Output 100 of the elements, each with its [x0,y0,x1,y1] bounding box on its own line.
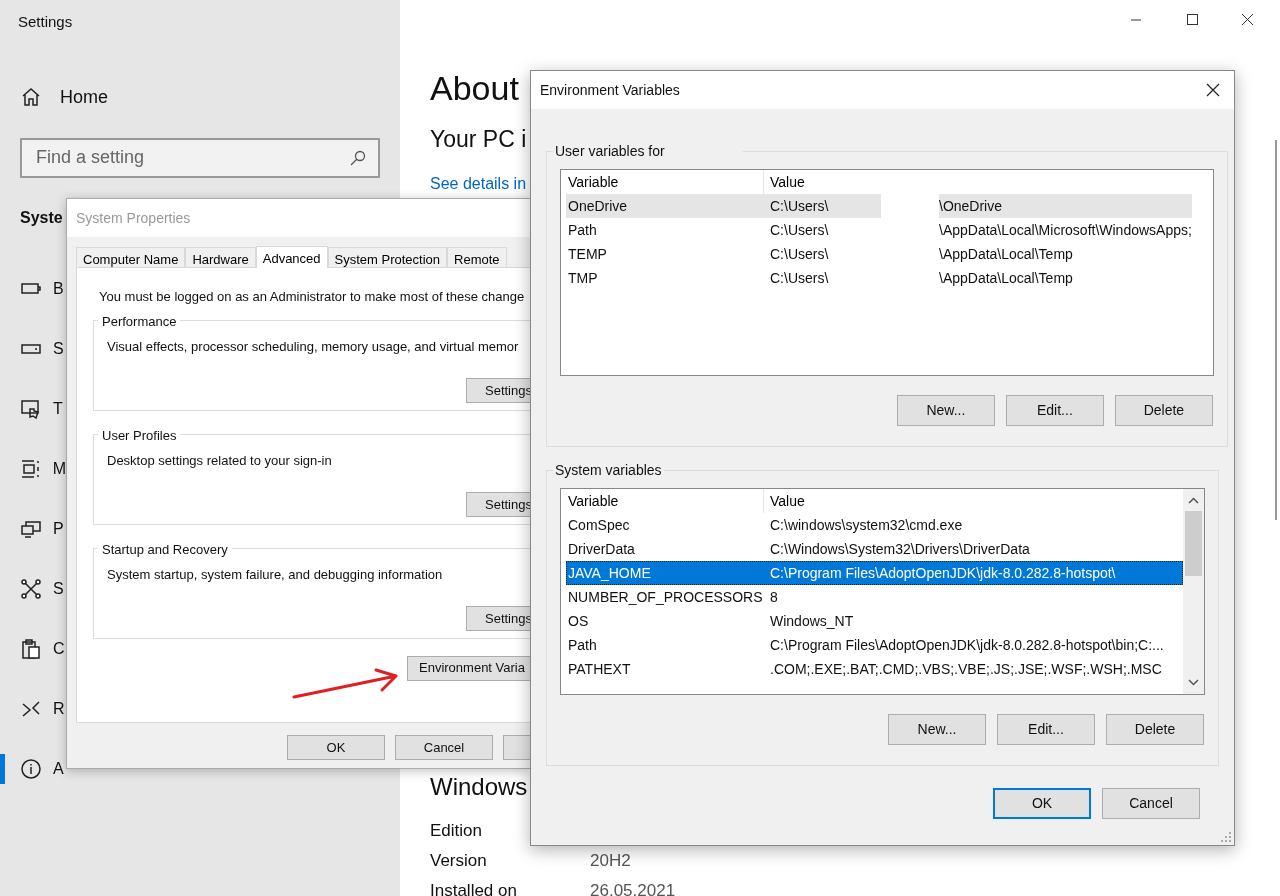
home-icon [21,87,41,107]
dialog-button[interactable]: Edit... [1005,395,1104,426]
nav-icon [20,638,42,659]
nav-item[interactable]: A [0,738,66,799]
variable-value: C:\windows\system32\cmd.exe [769,515,963,535]
dialog-button[interactable]: Cancel [395,735,493,760]
nav-icon [20,281,42,296]
nav-icon [20,698,42,719]
variable-value: Windows_NT [769,611,854,631]
nav-item[interactable]: T [0,378,66,439]
spec-value: 20H2 [590,850,631,873]
nav-item[interactable]: R [0,678,66,739]
spec-value: 26.05.2021 [590,880,676,896]
nav-icon [20,519,42,538]
tab[interactable]: System Protection [327,247,448,267]
column-header[interactable]: Value [764,170,1192,194]
list-row[interactable]: TEMP C:\Users\ \AppData\Local\Temp [566,242,1192,266]
variable-name: NUMBER_OF_PROCESSORS [567,587,764,607]
settings-button[interactable]: Settings [466,378,530,403]
nav-item[interactable]: Home [21,83,400,111]
nav-item[interactable]: B [0,258,66,319]
search-field[interactable]: Find a setting [20,137,380,178]
group-title: Startup and Recovery [101,541,229,557]
column-header[interactable]: Variable [566,489,764,513]
variable-value: \OneDrive [939,196,1003,216]
nav-item[interactable]: C [0,618,66,679]
resize-grip-icon[interactable] [1221,832,1231,842]
scroll-up-icon[interactable] [1188,497,1199,504]
tab[interactable]: Remote [447,247,507,267]
list-row[interactable]: OneDrive C:\Users\ \OneDrive [566,194,1192,218]
dialog-button[interactable]: OK [993,788,1091,819]
list-row[interactable]: DriverData C:\Windows\System32\Drivers\DriverData [566,537,1183,561]
dialog-button[interactable]: New... [888,714,986,745]
column-header[interactable]: Value [764,489,1183,513]
settings-button[interactable]: Settings [466,606,530,631]
tab[interactable]: Hardware [185,247,256,267]
nav-item[interactable]: S [0,318,66,379]
list-row[interactable]: JAVA_HOME C:\Program Files\AdoptOpenJDK\jdk-8.0.282.8-hotspot\ [566,561,1183,585]
scroll-thumb[interactable] [1185,511,1202,576]
section-heading: Windows [430,774,528,800]
tab[interactable]: Advanced [255,246,328,268]
list-row[interactable]: TMP C:\Users\ \AppData\Local\Temp [566,266,1192,290]
dialog-button[interactable]: New... [896,395,995,426]
variable-value: 8 [769,587,778,607]
spec-label: Installed on [430,880,518,896]
variable-value: C:\Program Files\AdoptOpenJDK\jdk-8.0.282.8-hotspot\bin;C:... [769,635,1164,655]
variable-value: \AppData\Local\Temp [938,268,1073,288]
environment-variables-button[interactable]: Environment Varia [407,655,530,681]
dialog-button[interactable]: Cancel [1102,788,1200,819]
variable-name: OneDrive [567,196,629,216]
page-title: About [430,68,519,108]
list-row[interactable]: ComSpec C:\windows\system32\cmd.exe [566,513,1183,537]
list-row[interactable]: OS Windows_NT [566,609,1183,633]
scroll-down-icon[interactable] [1188,679,1199,686]
page-subtitle: Your PC i [430,125,527,154]
variable-name: JAVA_HOME [567,563,652,583]
variable-value: .COM;.EXE;.BAT;.CMD;.VBS;.VBE;.JS;.JSE;.WSF;.WSH;.MSC [769,659,1162,679]
variable-name: PATHEXT [567,659,632,679]
spec-label: Edition [430,820,483,843]
list-row[interactable]: PATHEXT .COM;.EXE;.BAT;.CMD;.VBS;.VBE;.JS;.JSE;.WSF;.WSH;.MSC [566,657,1183,681]
section-heading: Syste [20,207,63,228]
settings-button[interactable]: Settings [466,492,530,517]
window-title: Environment Variables [540,80,681,100]
group-title: User variables for [554,143,666,159]
variable-name: TMP [567,268,599,288]
nav-icon [20,578,42,599]
nav-item[interactable]: S [0,558,66,619]
variable-value: C:\Program Files\AdoptOpenJDK\jdk-8.0.282.8-hotspot\ [769,563,1116,583]
dialog-button[interactable]: Delete [1114,395,1213,426]
window-title: System Properties [76,208,191,228]
spec-label: Version [430,850,488,873]
nav-icon [20,758,42,779]
dialog-button[interactable]: Delete [1106,714,1204,745]
dialog-button[interactable]: OK [287,735,385,760]
variable-value: C:\Users\ [769,268,830,288]
search-icon[interactable] [350,149,366,166]
nav-item[interactable]: P [0,498,66,559]
dialog-button[interactable]: Edit... [997,714,1095,745]
group-description: Desktop settings related to your sign-in [107,451,333,470]
group-title: Performance [101,313,178,329]
nav-icon [20,343,42,354]
variable-name: DriverData [567,539,636,559]
nav-item[interactable]: M [0,438,66,499]
window-title: Settings [18,12,74,32]
tab[interactable]: Computer Name [76,247,186,267]
list-row[interactable]: Path C:\Program Files\AdoptOpenJDK\jdk-8.0.282.8-hotspot\bin;C:... [566,633,1183,657]
group-title: User Profiles [101,427,178,443]
list-row[interactable]: NUMBER_OF_PROCESSORS 8 [566,585,1183,609]
variable-name: Path [567,635,598,655]
details-link[interactable]: See details in [430,172,527,196]
variable-value: \AppData\Local\Temp [938,244,1073,264]
variable-name: OS [567,611,590,631]
variable-name: TEMP [567,244,608,264]
list-row[interactable]: Path C:\Users\ \AppData\Local\Microsoft\WindowsApps; [566,218,1192,242]
variable-value: C:\Users\ [769,196,830,216]
variable-value: C:\Users\ [769,220,830,240]
close-icon[interactable] [1206,83,1220,97]
variable-name: Path [567,220,598,240]
group-title: System variables [554,462,663,478]
scrollbar[interactable] [1183,489,1204,694]
